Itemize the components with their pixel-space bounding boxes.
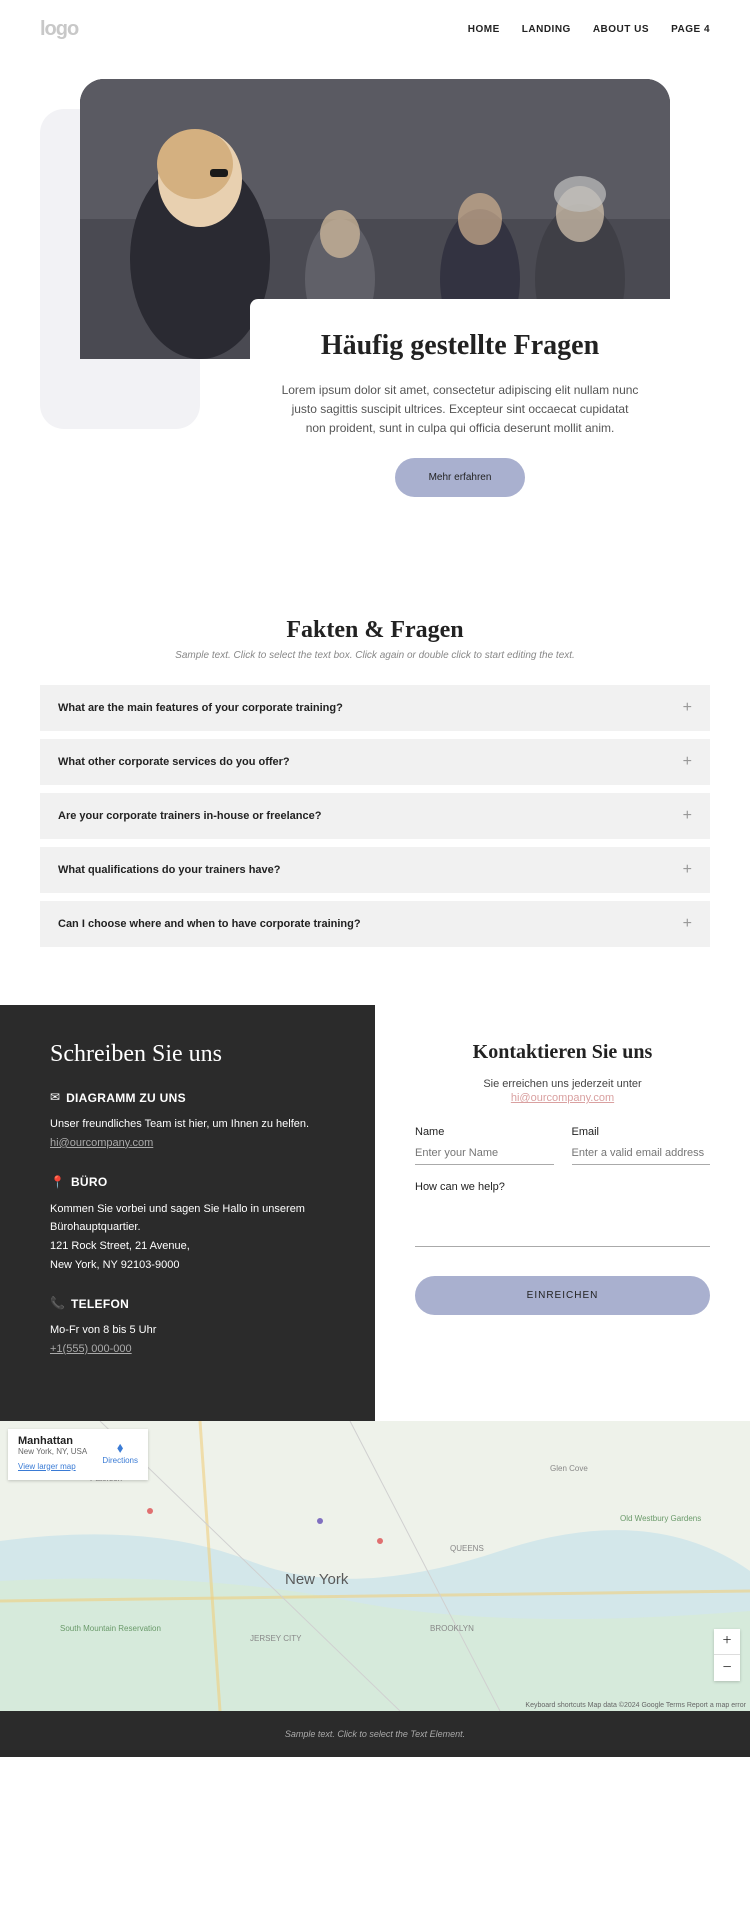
- plus-icon: +: [683, 699, 692, 717]
- contact-left-title: Schreiben Sie uns: [50, 1041, 335, 1068]
- mail-icon: ✉: [50, 1090, 60, 1105]
- svg-text:South Mountain Reservation: South Mountain Reservation: [60, 1624, 161, 1633]
- address-line: 121 Rock Street, 21 Avenue,: [50, 1237, 335, 1256]
- name-input[interactable]: [415, 1142, 554, 1165]
- faq-question: What qualifications do your trainers hav…: [58, 864, 280, 876]
- map-city-label: New York: [285, 1571, 348, 1588]
- contact-block-email: ✉ DIAGRAMM ZU UNS Unser freundliches Tea…: [50, 1090, 335, 1152]
- hero-card: Häufig gestellte Fragen Lorem ipsum dolo…: [250, 299, 670, 497]
- contact-form-subtitle: Sie erreichen uns jederzeit unter: [415, 1078, 710, 1090]
- map-zoom-controls: + −: [714, 1629, 740, 1681]
- pin-icon: 📍: [50, 1175, 65, 1190]
- help-textarea[interactable]: [415, 1197, 710, 1247]
- submit-button[interactable]: EINREICHEN: [415, 1276, 710, 1315]
- phone-icon: 📞: [50, 1296, 65, 1311]
- contact-form-title: Kontaktieren Sie uns: [415, 1041, 710, 1064]
- faq-item[interactable]: What are the main features of your corpo…: [40, 685, 710, 731]
- contact-phone-link[interactable]: +1(555) 000-000: [50, 1343, 132, 1355]
- contact-email-link[interactable]: hi@ourcompany.com: [50, 1137, 153, 1149]
- map-info-box: ⬧ Directions Manhattan New York, NY, USA…: [8, 1429, 148, 1480]
- faq-item[interactable]: What other corporate services do you off…: [40, 739, 710, 785]
- faq-question: What other corporate services do you off…: [58, 756, 290, 768]
- logo[interactable]: logo: [40, 18, 78, 41]
- view-larger-map-link[interactable]: View larger map: [18, 1462, 76, 1471]
- svg-text:BROOKLYN: BROOKLYN: [430, 1624, 474, 1633]
- faq-subtitle: Sample text. Click to select the text bo…: [40, 650, 710, 661]
- zoom-in-button[interactable]: +: [714, 1629, 740, 1655]
- faq-section: Fakten & Fragen Sample text. Click to se…: [0, 557, 750, 1005]
- plus-icon: +: [683, 915, 692, 933]
- contact-block-head: BÜRO: [71, 1175, 108, 1189]
- plus-icon: +: [683, 861, 692, 879]
- plus-icon: +: [683, 753, 692, 771]
- faq-question: Can I choose where and when to have corp…: [58, 918, 361, 930]
- help-label: How can we help?: [415, 1181, 710, 1193]
- contact-info-panel: Schreiben Sie uns ✉ DIAGRAMM ZU UNS Unse…: [0, 1005, 375, 1421]
- svg-text:Glen Cove: Glen Cove: [550, 1464, 588, 1473]
- nav-home[interactable]: HOME: [468, 24, 500, 35]
- learn-more-button[interactable]: Mehr erfahren: [395, 458, 526, 497]
- zoom-out-button[interactable]: −: [714, 1655, 740, 1681]
- header: logo HOME LANDING ABOUT US PAGE 4: [0, 0, 750, 59]
- svg-text:Old Westbury Gardens: Old Westbury Gardens: [620, 1514, 701, 1523]
- faq-item[interactable]: Can I choose where and when to have corp…: [40, 901, 710, 947]
- footer-text: Sample text. Click to select the Text El…: [18, 1729, 732, 1739]
- main-nav: HOME LANDING ABOUT US PAGE 4: [468, 24, 710, 35]
- nav-landing[interactable]: LANDING: [522, 24, 571, 35]
- email-input[interactable]: [572, 1142, 711, 1165]
- plus-icon: +: [683, 807, 692, 825]
- directions-link[interactable]: ⬧ Directions: [102, 1439, 138, 1465]
- contact-block-phone: 📞 TELEFON Mo-Fr von 8 bis 5 Uhr +1(555) …: [50, 1296, 335, 1358]
- hero-section: Häufig gestellte Fragen Lorem ipsum dolo…: [0, 59, 750, 557]
- faq-question: What are the main features of your corpo…: [58, 702, 343, 714]
- faq-item[interactable]: Are your corporate trainers in-house or …: [40, 793, 710, 839]
- map-attribution: Keyboard shortcuts Map data ©2024 Google…: [525, 1702, 746, 1709]
- contact-block-body: Unser freundliches Team ist hier, um Ihn…: [50, 1115, 335, 1134]
- nav-about[interactable]: ABOUT US: [593, 24, 649, 35]
- address-line: New York, NY 92103-9000: [50, 1256, 335, 1275]
- contact-block-body: Kommen Sie vorbei und sagen Sie Hallo in…: [50, 1200, 335, 1237]
- email-label: Email: [572, 1126, 711, 1138]
- contact-form-email-link[interactable]: hi@ourcompany.com: [415, 1092, 710, 1104]
- faq-title: Fakten & Fragen: [40, 617, 710, 644]
- contact-block-office: 📍 BÜRO Kommen Sie vorbei und sagen Sie H…: [50, 1175, 335, 1275]
- hero-title: Häufig gestellte Fragen: [280, 329, 640, 363]
- svg-text:QUEENS: QUEENS: [450, 1544, 484, 1553]
- hero-text: Lorem ipsum dolor sit amet, consectetur …: [280, 381, 640, 439]
- contact-block-head: DIAGRAMM ZU UNS: [66, 1091, 186, 1105]
- contact-block-body: Mo-Fr von 8 bis 5 Uhr: [50, 1321, 335, 1340]
- faq-question: Are your corporate trainers in-house or …: [58, 810, 321, 822]
- footer: Sample text. Click to select the Text El…: [0, 1711, 750, 1757]
- contact-section: Schreiben Sie uns ✉ DIAGRAMM ZU UNS Unse…: [0, 1005, 750, 1421]
- map[interactable]: Paterson Glen Cove South Mountain Reserv…: [0, 1421, 750, 1711]
- contact-form-panel: Kontaktieren Sie uns Sie erreichen uns j…: [375, 1005, 750, 1421]
- svg-text:JERSEY CITY: JERSEY CITY: [250, 1634, 302, 1643]
- faq-item[interactable]: What qualifications do your trainers hav…: [40, 847, 710, 893]
- contact-block-head: TELEFON: [71, 1297, 129, 1311]
- name-label: Name: [415, 1126, 554, 1138]
- nav-page4[interactable]: PAGE 4: [671, 24, 710, 35]
